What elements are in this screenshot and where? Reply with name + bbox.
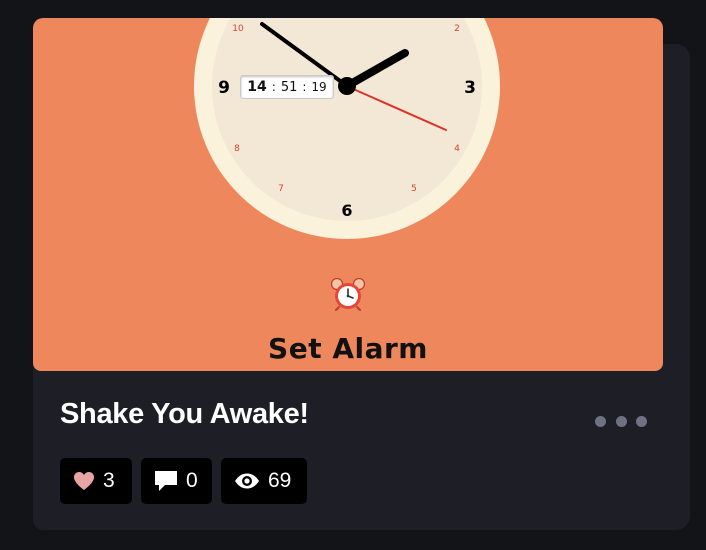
digital-seconds: 19 <box>311 80 327 94</box>
digital-hours: 14 <box>247 79 267 95</box>
digital-minutes: 51 <box>280 79 298 95</box>
pen-title[interactable]: Shake You Awake! <box>60 398 309 431</box>
clock-number-8: 8 <box>234 144 240 154</box>
digital-separator: : <box>302 80 307 94</box>
digital-separator: : <box>271 80 276 94</box>
comments-button[interactable]: 0 <box>141 458 212 504</box>
eye-icon <box>234 473 260 489</box>
heart-button[interactable]: 3 <box>60 458 132 504</box>
alarm-clock-icon[interactable] <box>330 277 366 311</box>
clock-number-4: 4 <box>454 144 460 154</box>
pen-card: 10 2 9 3 8 4 7 5 6 14 : 51 : 19 Set Alar… <box>33 18 663 530</box>
clock-number-6: 6 <box>341 201 352 220</box>
more-dot-icon <box>636 415 647 427</box>
comment-icon <box>154 470 178 492</box>
views-count: 69 <box>268 469 292 492</box>
heart-icon <box>73 471 95 491</box>
more-dot-icon <box>595 415 606 427</box>
clock-number-3: 3 <box>464 78 476 98</box>
clock-number-9: 9 <box>218 78 230 98</box>
clock-number-5: 5 <box>411 184 417 194</box>
clock-number-10: 10 <box>232 24 244 34</box>
heart-count: 3 <box>103 469 115 492</box>
analog-clock: 10 2 9 3 8 4 7 5 6 <box>194 18 500 239</box>
set-alarm-button[interactable]: Set Alarm <box>33 332 663 365</box>
stage: 10 2 9 3 8 4 7 5 6 14 : 51 : 19 Set Alar… <box>0 0 706 550</box>
digital-time-readout: 14 : 51 : 19 <box>240 75 334 99</box>
clock-number-7: 7 <box>278 184 284 194</box>
views-button[interactable]: 69 <box>221 458 307 504</box>
comment-count: 0 <box>186 469 198 492</box>
more-dot-icon <box>615 415 627 427</box>
more-options-button[interactable] <box>595 410 647 432</box>
pen-preview[interactable]: 10 2 9 3 8 4 7 5 6 14 : 51 : 19 Set Alar… <box>33 18 663 371</box>
clock-number-2: 2 <box>454 24 460 34</box>
clock-center-pin <box>338 77 356 95</box>
